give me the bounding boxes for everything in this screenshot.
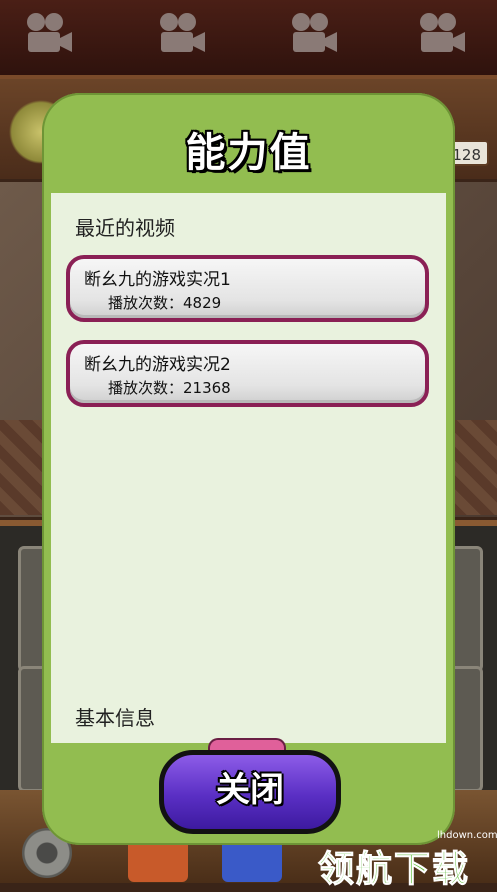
- dialog-title: 能力值: [185, 130, 312, 176]
- video-camera-icon[interactable]: [22, 10, 74, 56]
- close-button[interactable]: 关闭: [159, 750, 341, 834]
- video-play-count: 播放次数：4829: [108, 294, 222, 312]
- video-card[interactable]: 断幺九的游戏实况2 播放次数：21368: [66, 340, 429, 407]
- video-play-count: 播放次数：21368: [108, 379, 231, 397]
- basic-info-label: 基本信息: [75, 706, 155, 730]
- video-title: 断幺九的游戏实况1: [84, 270, 231, 290]
- watermark-logo: 领航下载: [317, 849, 471, 891]
- video-camera-icon[interactable]: [287, 10, 339, 56]
- recent-videos-label: 最近的视频: [75, 216, 175, 240]
- top-toolbar: [0, 0, 497, 79]
- video-card[interactable]: 断幺九的游戏实况1 播放次数：4829: [66, 255, 429, 322]
- video-camera-icon[interactable]: [155, 10, 207, 56]
- video-camera-icon[interactable]: [415, 10, 467, 56]
- video-title: 断幺九的游戏实况2: [84, 355, 231, 375]
